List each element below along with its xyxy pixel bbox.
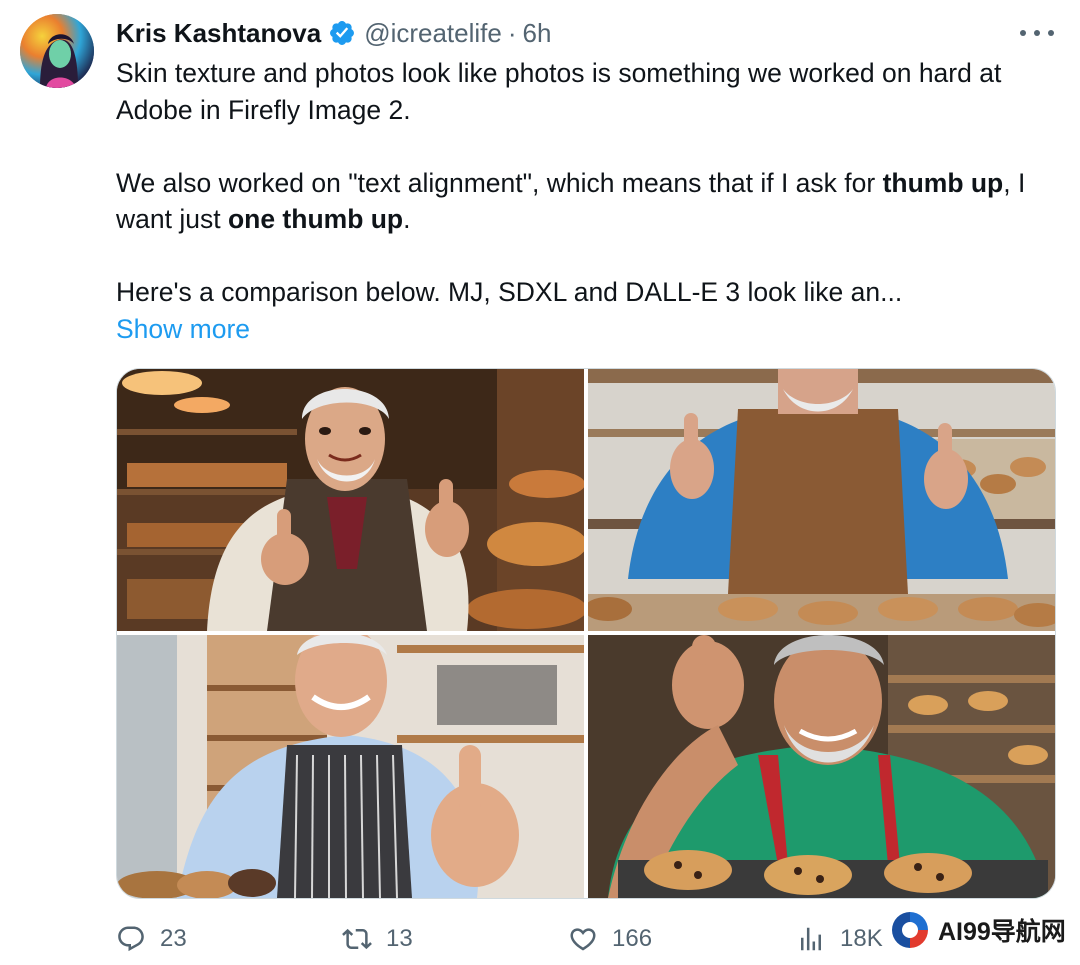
watermark: AI99导航网: [888, 905, 1072, 955]
views-button[interactable]: 18K: [796, 916, 883, 962]
retweet-button[interactable]: 13: [342, 916, 413, 962]
timestamp[interactable]: 6h: [523, 18, 552, 49]
separator-dot: ·: [507, 17, 517, 48]
avatar-portrait: [20, 14, 94, 88]
watermark-text: AI99导航网: [938, 918, 1066, 946]
heart-icon: [570, 928, 596, 951]
views-count: 18K: [840, 925, 883, 952]
like-count: 166: [612, 925, 653, 952]
baker-image-4[interactable]: [588, 635, 1055, 898]
bold-text-segment: thumb up: [882, 167, 1004, 198]
user-handle[interactable]: @icreatelife: [364, 18, 502, 49]
baker-image-3[interactable]: [117, 635, 584, 898]
text-segment: .: [403, 204, 411, 234]
tweet-paragraph-1: Skin texture and photos look like photos…: [116, 55, 1051, 128]
retweet-count: 13: [386, 925, 413, 952]
views-icon: [801, 927, 821, 951]
tweet-text: Skin texture and photos look like photos…: [116, 55, 1051, 347]
reply-count: 23: [160, 925, 187, 952]
retweet-icon: [342, 928, 372, 950]
media-grid: [116, 368, 1056, 899]
baker-image-1[interactable]: [117, 369, 584, 631]
reply-icon: [118, 926, 144, 952]
tweet-paragraph-2: We also worked on "text alignment", whic…: [116, 165, 1051, 238]
watermark-logo-icon: [890, 910, 930, 950]
more-options-icon[interactable]: [1020, 20, 1054, 46]
text-segment: Skin texture and photos look like photos…: [116, 58, 1002, 125]
bold-text-segment: one thumb up: [227, 204, 404, 234]
text-segment: Here's a comparison below. MJ, SDXL and …: [116, 277, 903, 307]
verified-badge-icon: [328, 19, 356, 47]
avatar[interactable]: [20, 14, 94, 88]
text-segment: We also worked on "text alignment", whic…: [116, 167, 883, 198]
tweet-paragraph-3: Here's a comparison below. MJ, SDXL and …: [116, 274, 1051, 311]
show-more-link[interactable]: Show more: [116, 314, 250, 344]
tweet-header: Kris Kashtanova @icreatelife · 6h: [116, 16, 551, 50]
reply-button[interactable]: 23: [116, 916, 187, 962]
baker-image-2[interactable]: [588, 369, 1055, 631]
like-button[interactable]: 166: [568, 916, 652, 962]
display-name[interactable]: Kris Kashtanova: [116, 18, 321, 49]
